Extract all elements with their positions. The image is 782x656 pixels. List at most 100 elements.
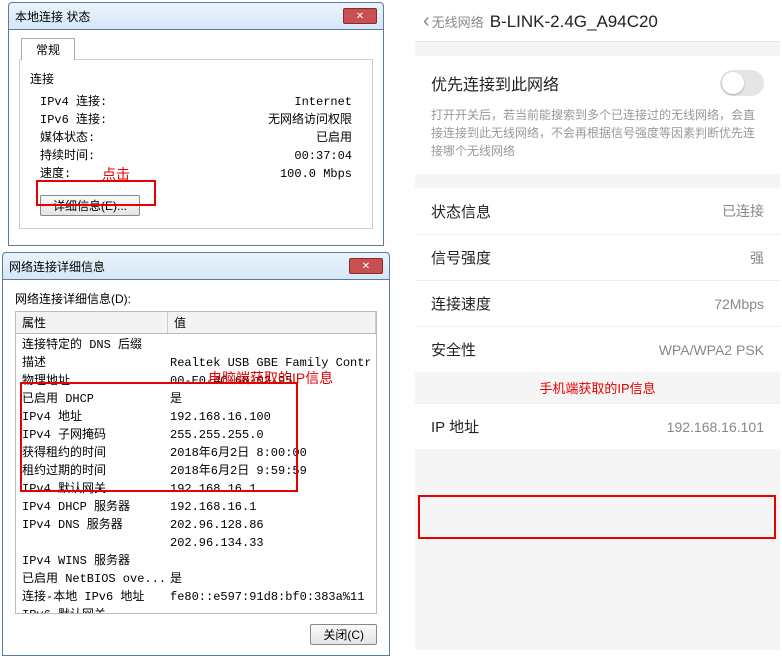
- prop-cell: IPv4 默认网关: [22, 480, 170, 498]
- back-button[interactable]: 无线网络: [423, 10, 484, 33]
- mobile-wifi-detail: 无线网络 B-LINK-2.4G_A94C20 优先连接到此网络 打开开关后，若…: [415, 2, 780, 650]
- prop-cell: 连接-本地 IPv6 地址: [22, 588, 170, 606]
- prop-cell: 描述: [22, 354, 170, 372]
- details-columns: 属性 值: [15, 311, 377, 334]
- row-ip[interactable]: IP 地址 192.168.16.101: [415, 403, 780, 449]
- status-titlebar[interactable]: 本地连接 状态 ✕: [8, 2, 384, 30]
- close-icon[interactable]: ✕: [343, 8, 377, 24]
- security-value: WPA/WPA2 PSK: [659, 342, 764, 358]
- col-property: 属性: [16, 312, 168, 333]
- network-details-window: 网络连接详细信息 ✕ 网络连接详细信息(D): 属性 值 连接特定的 DNS 后…: [2, 252, 390, 656]
- value-cell: 192.168.16.100: [170, 408, 370, 426]
- details-row[interactable]: 已启用 DHCP是: [16, 390, 376, 408]
- prop-cell: IPv4 地址: [22, 408, 170, 426]
- linkspeed-value: 72Mbps: [714, 296, 764, 312]
- details-row[interactable]: IPv4 地址192.168.16.100: [16, 408, 376, 426]
- details-title: 网络连接详细信息: [9, 258, 105, 275]
- status-title: 本地连接 状态: [15, 8, 90, 25]
- value-cell: 是: [170, 570, 370, 588]
- status-body: 常规 连接 IPv4 连接: Internet IPv6 连接: 无网络访问权限 媒…: [8, 30, 384, 246]
- status-label: 状态信息: [431, 201, 491, 222]
- value-cell: 是: [170, 390, 370, 408]
- details-row[interactable]: IPv4 子网掩码255.255.255.0: [16, 426, 376, 444]
- prop-cell: IPv4 DNS 服务器: [22, 516, 170, 534]
- status-value: 已连接: [722, 201, 764, 221]
- details-body: 网络连接详细信息(D): 属性 值 连接特定的 DNS 后缀描述Realtek …: [2, 280, 390, 656]
- back-label: 无线网络: [432, 12, 484, 31]
- value-cell: 255.255.255.0: [170, 426, 370, 444]
- ipv6-conn-value: 无网络访问权限: [268, 111, 362, 129]
- value-cell: [170, 552, 370, 570]
- speed-label: 速度:: [30, 165, 150, 183]
- value-cell: 192.168.16.1: [170, 480, 370, 498]
- value-cell: 2018年6月2日 8:00:00: [170, 444, 370, 462]
- ip-label: IP 地址: [431, 416, 479, 437]
- speed-value: 100.0 Mbps: [280, 165, 362, 183]
- value-cell: fe80::e597:91d8:bf0:383a%11: [170, 588, 370, 606]
- highlight-mobile-ip: [418, 495, 776, 539]
- col-value: 值: [168, 312, 376, 333]
- details-titlebar[interactable]: 网络连接详细信息 ✕: [2, 252, 390, 280]
- details-row[interactable]: 连接-本地 IPv6 地址fe80::e597:91d8:bf0:383a%11: [16, 588, 376, 606]
- ip-value: 192.168.16.101: [667, 419, 764, 435]
- prefer-toggle[interactable]: [720, 70, 764, 96]
- prop-cell: IPv6 默认网关: [22, 606, 170, 614]
- security-label: 安全性: [431, 339, 476, 360]
- row-signal[interactable]: 信号强度 强: [415, 234, 780, 280]
- details-row[interactable]: 连接特定的 DNS 后缀: [16, 336, 376, 354]
- details-row[interactable]: 获得租约的时间2018年6月2日 8:00:00: [16, 444, 376, 462]
- prop-cell: 获得租约的时间: [22, 444, 170, 462]
- duration-value: 00:37:04: [294, 147, 362, 165]
- ipv4-conn-value: Internet: [294, 93, 362, 111]
- linkspeed-label: 连接速度: [431, 293, 491, 314]
- details-row[interactable]: 租约过期的时间2018年6月2日 9:59:59: [16, 462, 376, 480]
- value-cell: [170, 336, 370, 354]
- prefer-card: 优先连接到此网络 打开开关后，若当前能搜索到多个已连接过的无线网络，会直接连接到…: [415, 56, 780, 174]
- value-cell: 2018年6月2日 9:59:59: [170, 462, 370, 480]
- details-row[interactable]: 202.96.134.33: [16, 534, 376, 552]
- close-icon[interactable]: ✕: [349, 258, 383, 274]
- media-value: 已启用: [316, 129, 362, 147]
- value-cell: 202.96.128.86: [170, 516, 370, 534]
- ipv4-conn-label: IPv4 连接:: [30, 93, 150, 111]
- details-row[interactable]: IPv4 DNS 服务器202.96.128.86: [16, 516, 376, 534]
- connection-status-window: 本地连接 状态 ✕ 常规 连接 IPv4 连接: Internet IPv6 连接…: [8, 2, 384, 246]
- mobile-navbar: 无线网络 B-LINK-2.4G_A94C20: [415, 2, 780, 42]
- value-cell: 192.168.16.1: [170, 498, 370, 516]
- signal-value: 强: [750, 248, 764, 268]
- details-row[interactable]: 已启用 NetBIOS ove...是: [16, 570, 376, 588]
- close-button[interactable]: 关闭(C): [310, 624, 377, 645]
- prop-cell: IPv4 DHCP 服务器: [22, 498, 170, 516]
- annotation-pc-ip: 电脑端获取的IP信息: [208, 368, 333, 388]
- duration-label: 持续时间:: [30, 147, 150, 165]
- status-group: 连接 IPv4 连接: Internet IPv6 连接: 无网络访问权限 媒体状态…: [19, 59, 373, 229]
- prop-cell: 租约过期的时间: [22, 462, 170, 480]
- section-label: 连接: [30, 70, 362, 87]
- details-row[interactable]: IPv6 默认网关: [16, 606, 376, 614]
- row-security[interactable]: 安全性 WPA/WPA2 PSK: [415, 326, 780, 372]
- row-status[interactable]: 状态信息 已连接: [415, 188, 780, 234]
- ssid-title: B-LINK-2.4G_A94C20: [490, 12, 658, 32]
- prop-cell: IPv4 WINS 服务器: [22, 552, 170, 570]
- details-row[interactable]: IPv4 默认网关192.168.16.1: [16, 480, 376, 498]
- annotation-mobile-ip: 手机端获取的IP信息: [539, 381, 655, 396]
- prop-cell: [22, 534, 170, 552]
- details-button[interactable]: 详细信息(E)...: [40, 195, 140, 216]
- prop-cell: IPv4 子网掩码: [22, 426, 170, 444]
- prop-cell: 连接特定的 DNS 后缀: [22, 336, 170, 354]
- prop-cell: 已启用 DHCP: [22, 390, 170, 408]
- prefer-title: 优先连接到此网络: [431, 71, 559, 95]
- value-cell: [170, 606, 370, 614]
- details-row[interactable]: IPv4 WINS 服务器: [16, 552, 376, 570]
- prefer-note: 打开开关后，若当前能搜索到多个已连接过的无线网络，会直接连接到此无线网络，不会再…: [431, 106, 764, 160]
- details-row[interactable]: IPv4 DHCP 服务器192.168.16.1: [16, 498, 376, 516]
- signal-label: 信号强度: [431, 247, 491, 268]
- media-label: 媒体状态:: [30, 129, 150, 147]
- row-speed[interactable]: 连接速度 72Mbps: [415, 280, 780, 326]
- prop-cell: 已启用 NetBIOS ove...: [22, 570, 170, 588]
- details-label: 网络连接详细信息(D):: [15, 290, 377, 307]
- value-cell: 202.96.134.33: [170, 534, 370, 552]
- ipv6-conn-label: IPv6 连接:: [30, 111, 150, 129]
- info-section: 状态信息 已连接 信号强度 强 连接速度 72Mbps 安全性 WPA/WPA2…: [415, 188, 780, 449]
- tab-general[interactable]: 常规: [21, 38, 75, 60]
